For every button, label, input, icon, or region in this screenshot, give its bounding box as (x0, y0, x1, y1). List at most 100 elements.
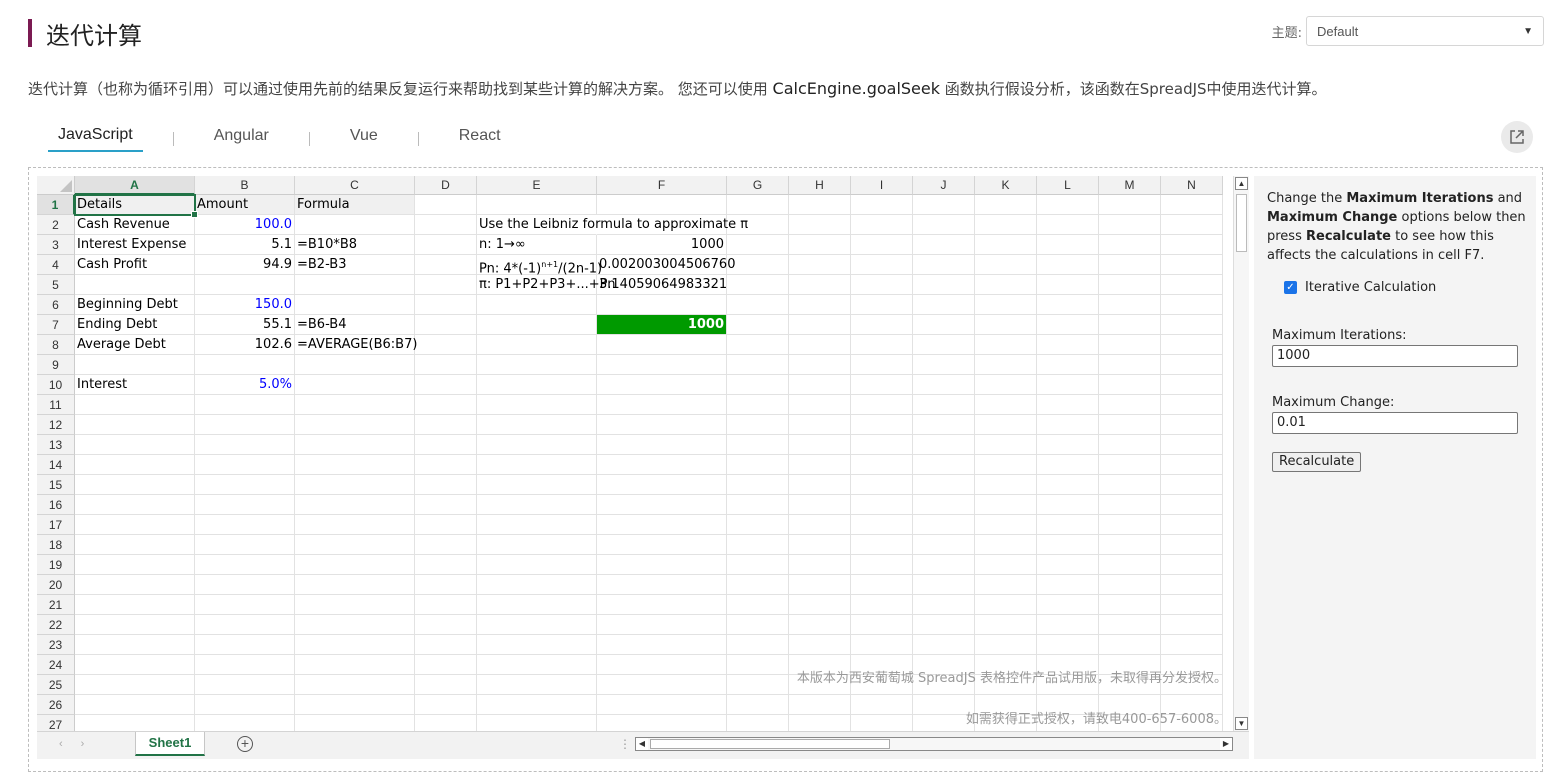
cell-f20[interactable] (597, 575, 727, 595)
cell-n11[interactable] (1161, 395, 1223, 415)
cell-m23[interactable] (1099, 635, 1161, 655)
cell-i26[interactable] (851, 695, 913, 715)
cell-l9[interactable] (1037, 355, 1099, 375)
cell-m8[interactable] (1099, 335, 1161, 355)
cell-h10[interactable] (789, 375, 851, 395)
cell-k10[interactable] (975, 375, 1037, 395)
cell-k3[interactable] (975, 235, 1037, 255)
scroll-left-icon[interactable]: ◀ (636, 738, 648, 750)
cell-h11[interactable] (789, 395, 851, 415)
max-iterations-input[interactable]: 1000 (1272, 345, 1518, 367)
row-header-20[interactable]: 20 (37, 575, 75, 595)
cell-f13[interactable] (597, 435, 727, 455)
cell-n2[interactable] (1161, 215, 1223, 235)
cell-g25[interactable] (727, 675, 789, 695)
cell-g14[interactable] (727, 455, 789, 475)
tab-vue[interactable]: Vue (340, 127, 388, 151)
cell-k1[interactable] (975, 195, 1037, 215)
cell-c24[interactable] (295, 655, 415, 675)
cell-c7[interactable]: =B6-B4 (295, 315, 415, 335)
cell-k7[interactable] (975, 315, 1037, 335)
cell-c5[interactable] (295, 275, 415, 295)
row-header-2[interactable]: 2 (37, 215, 75, 235)
cell-n9[interactable] (1161, 355, 1223, 375)
cell-j9[interactable] (913, 355, 975, 375)
cell-m7[interactable] (1099, 315, 1161, 335)
cell-i1[interactable] (851, 195, 913, 215)
row-header-4[interactable]: 4 (37, 255, 75, 275)
theme-select[interactable]: Default ▼ (1306, 16, 1544, 46)
cell-l4[interactable] (1037, 255, 1099, 275)
row-header-23[interactable]: 23 (37, 635, 75, 655)
cell-b3[interactable]: 5.1 (195, 235, 295, 255)
cell-n17[interactable] (1161, 515, 1223, 535)
cell-n20[interactable] (1161, 575, 1223, 595)
row-header-6[interactable]: 6 (37, 295, 75, 315)
cell-h15[interactable] (789, 475, 851, 495)
cell-e23[interactable] (477, 635, 597, 655)
cell-m19[interactable] (1099, 555, 1161, 575)
row-header-24[interactable]: 24 (37, 655, 75, 675)
cell-f5[interactable]: 3.14059064983321 (597, 275, 727, 295)
column-header-d[interactable]: D (415, 176, 477, 195)
cell-b14[interactable] (195, 455, 295, 475)
cell-f22[interactable] (597, 615, 727, 635)
cell-l14[interactable] (1037, 455, 1099, 475)
cell-c3[interactable]: =B10*B8 (295, 235, 415, 255)
cell-j4[interactable] (913, 255, 975, 275)
cell-g7[interactable] (727, 315, 789, 335)
cell-i16[interactable] (851, 495, 913, 515)
cell-c6[interactable] (295, 295, 415, 315)
cell-e10[interactable] (477, 375, 597, 395)
cell-k12[interactable] (975, 415, 1037, 435)
cell-l16[interactable] (1037, 495, 1099, 515)
row-header-9[interactable]: 9 (37, 355, 75, 375)
cell-i2[interactable] (851, 215, 913, 235)
cell-b18[interactable] (195, 535, 295, 555)
cell-m11[interactable] (1099, 395, 1161, 415)
cell-e5[interactable]: π: P1+P2+P3+...+Pn (477, 275, 616, 295)
cell-j18[interactable] (913, 535, 975, 555)
cell-a19[interactable] (75, 555, 195, 575)
cell-h8[interactable] (789, 335, 851, 355)
cell-f27[interactable] (597, 715, 727, 731)
column-header-e[interactable]: E (477, 176, 597, 195)
cell-a17[interactable] (75, 515, 195, 535)
cell-k22[interactable] (975, 615, 1037, 635)
cell-n19[interactable] (1161, 555, 1223, 575)
cell-d2[interactable] (415, 215, 477, 235)
cell-l15[interactable] (1037, 475, 1099, 495)
cell-l3[interactable] (1037, 235, 1099, 255)
cell-j11[interactable] (913, 395, 975, 415)
cell-e6[interactable] (477, 295, 597, 315)
cell-b26[interactable] (195, 695, 295, 715)
cell-h5[interactable] (789, 275, 851, 295)
cell-n15[interactable] (1161, 475, 1223, 495)
cell-b16[interactable] (195, 495, 295, 515)
cell-l17[interactable] (1037, 515, 1099, 535)
cell-b20[interactable] (195, 575, 295, 595)
cell-c27[interactable] (295, 715, 415, 731)
cell-f1[interactable] (597, 195, 727, 215)
cell-m4[interactable] (1099, 255, 1161, 275)
cell-m15[interactable] (1099, 475, 1161, 495)
cell-m18[interactable] (1099, 535, 1161, 555)
cell-l6[interactable] (1037, 295, 1099, 315)
cell-l18[interactable] (1037, 535, 1099, 555)
cell-i11[interactable] (851, 395, 913, 415)
cell-f12[interactable] (597, 415, 727, 435)
cell-d15[interactable] (415, 475, 477, 495)
cell-h23[interactable] (789, 635, 851, 655)
row-header-7[interactable]: 7 (37, 315, 75, 335)
row-header-15[interactable]: 15 (37, 475, 75, 495)
cell-m3[interactable] (1099, 235, 1161, 255)
cell-h9[interactable] (789, 355, 851, 375)
cell-h14[interactable] (789, 455, 851, 475)
cell-g1[interactable] (727, 195, 789, 215)
cell-k4[interactable] (975, 255, 1037, 275)
cell-i15[interactable] (851, 475, 913, 495)
cell-a23[interactable] (75, 635, 195, 655)
row-header-5[interactable]: 5 (37, 275, 75, 295)
cell-g21[interactable] (727, 595, 789, 615)
cell-h13[interactable] (789, 435, 851, 455)
